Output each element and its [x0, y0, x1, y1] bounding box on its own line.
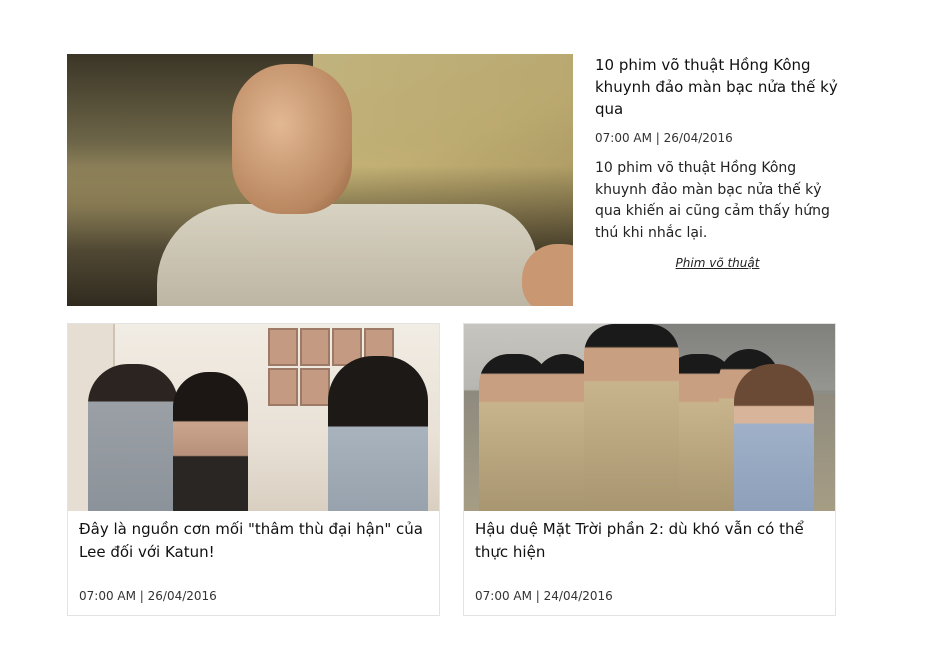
featured-article-tag-link[interactable]: Phim võ thuật — [595, 256, 840, 270]
article-card-timestamp: 07:00 AM | 26/04/2016 — [79, 589, 217, 603]
image-soldier-lead — [584, 324, 679, 511]
image-figure-body — [157, 204, 537, 306]
image-person-woman — [173, 372, 248, 511]
image-wall-frame — [300, 368, 330, 406]
featured-article-image[interactable] — [67, 54, 573, 306]
image-wall-frame — [268, 328, 298, 366]
featured-article-timestamp: 07:00 AM | 26/04/2016 — [595, 131, 733, 145]
featured-article-title[interactable]: 10 phim võ thuật Hồng Kông khuynh đảo mà… — [595, 54, 850, 120]
image-person-man — [88, 364, 178, 511]
article-card-title[interactable]: Hậu duệ Mặt Trời phần 2: dù khó vẫn có t… — [475, 518, 825, 563]
image-woman — [734, 364, 814, 511]
article-card[interactable]: Hậu duệ Mặt Trời phần 2: dù khó vẫn có t… — [463, 323, 836, 616]
image-person-woman-back — [328, 356, 428, 511]
article-card-title[interactable]: Đây là nguồn cơn mối "thâm thù đại hận" … — [79, 518, 429, 563]
article-card-timestamp: 07:00 AM | 24/04/2016 — [475, 589, 613, 603]
image-wall-frame — [268, 368, 298, 406]
image-wall-frame — [300, 328, 330, 366]
article-card[interactable]: Đây là nguồn cơn mối "thâm thù đại hận" … — [67, 323, 440, 616]
featured-article-summary: 10 phim võ thuật Hồng Kông khuynh đảo mà… — [595, 160, 830, 241]
article-card-image[interactable] — [464, 324, 835, 511]
article-card-image[interactable] — [68, 324, 439, 511]
image-figure-head — [232, 64, 352, 214]
